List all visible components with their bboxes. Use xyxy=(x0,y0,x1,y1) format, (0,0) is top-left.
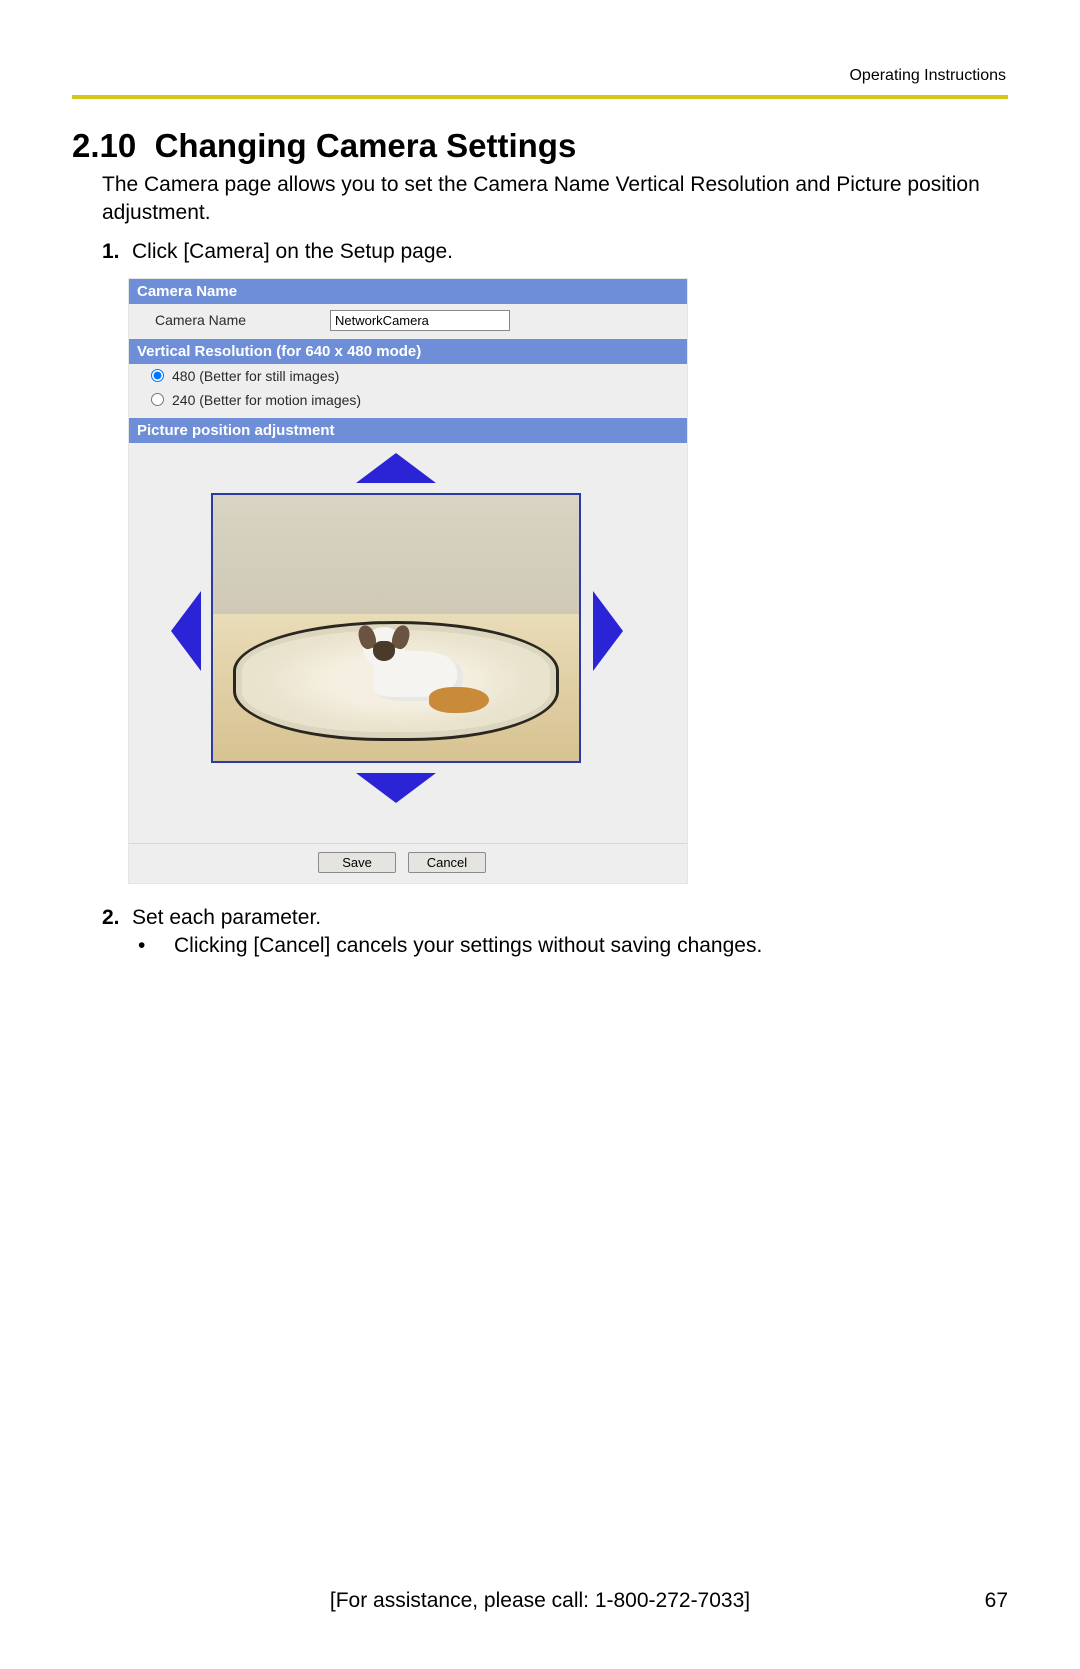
camera-name-input[interactable] xyxy=(330,310,510,331)
intro-paragraph: The Camera page allows you to set the Ca… xyxy=(102,171,1008,228)
section-title-text: Changing Camera Settings xyxy=(155,127,577,164)
step-1-text: Click [Camera] on the Setup page. xyxy=(132,240,1008,264)
arrow-down-icon[interactable] xyxy=(356,773,436,803)
camera-name-label: Camera Name xyxy=(155,312,330,328)
vres-label-480: 480 (Better for still images) xyxy=(172,368,339,384)
vres-option-240-row[interactable]: 240 (Better for motion images) xyxy=(129,388,687,418)
step-2-number: 2. xyxy=(102,906,132,930)
bullet-icon: • xyxy=(138,934,174,958)
camera-preview-image xyxy=(211,493,581,763)
button-bar: Save Cancel xyxy=(129,843,687,883)
arrow-left-icon[interactable] xyxy=(171,591,201,671)
section-number: 2.10 xyxy=(72,127,136,164)
arrow-up-icon[interactable] xyxy=(356,453,436,483)
vertical-resolution-header: Vertical Resolution (for 640 x 480 mode) xyxy=(129,339,687,364)
page-footer: [For assistance, please call: 1-800-272-… xyxy=(72,1589,1008,1613)
step-2-text: Set each parameter. xyxy=(132,906,1008,930)
step-1: 1. Click [Camera] on the Setup page. xyxy=(102,240,1008,264)
step-1-number: 1. xyxy=(102,240,132,264)
footer-assist: [For assistance, please call: 1-800-272-… xyxy=(132,1589,948,1613)
section-heading: 2.10 Changing Camera Settings xyxy=(72,127,1008,165)
arrow-right-icon[interactable] xyxy=(593,591,623,671)
header-rule xyxy=(72,95,1008,99)
picture-position-header: Picture position adjustment xyxy=(129,418,687,443)
vres-label-240: 240 (Better for motion images) xyxy=(172,392,361,408)
page-number: 67 xyxy=(948,1589,1008,1613)
camera-name-row: Camera Name xyxy=(129,304,687,339)
vres-radio-240[interactable] xyxy=(151,393,164,406)
running-header: Operating Instructions xyxy=(72,67,1008,85)
step-2-bullet: • Clicking [Cancel] cancels your setting… xyxy=(138,934,1008,958)
vres-radio-480[interactable] xyxy=(151,369,164,382)
cancel-button[interactable]: Cancel xyxy=(408,852,486,873)
picture-position-area xyxy=(129,443,687,843)
step-2-bullet-text: Clicking [Cancel] cancels your settings … xyxy=(174,934,762,958)
save-button[interactable]: Save xyxy=(318,852,396,873)
camera-name-header: Camera Name xyxy=(129,279,687,304)
vres-option-480-row[interactable]: 480 (Better for still images) xyxy=(129,364,687,388)
step-2: 2. Set each parameter. xyxy=(102,906,1008,930)
camera-settings-panel: Camera Name Camera Name Vertical Resolut… xyxy=(128,278,688,884)
